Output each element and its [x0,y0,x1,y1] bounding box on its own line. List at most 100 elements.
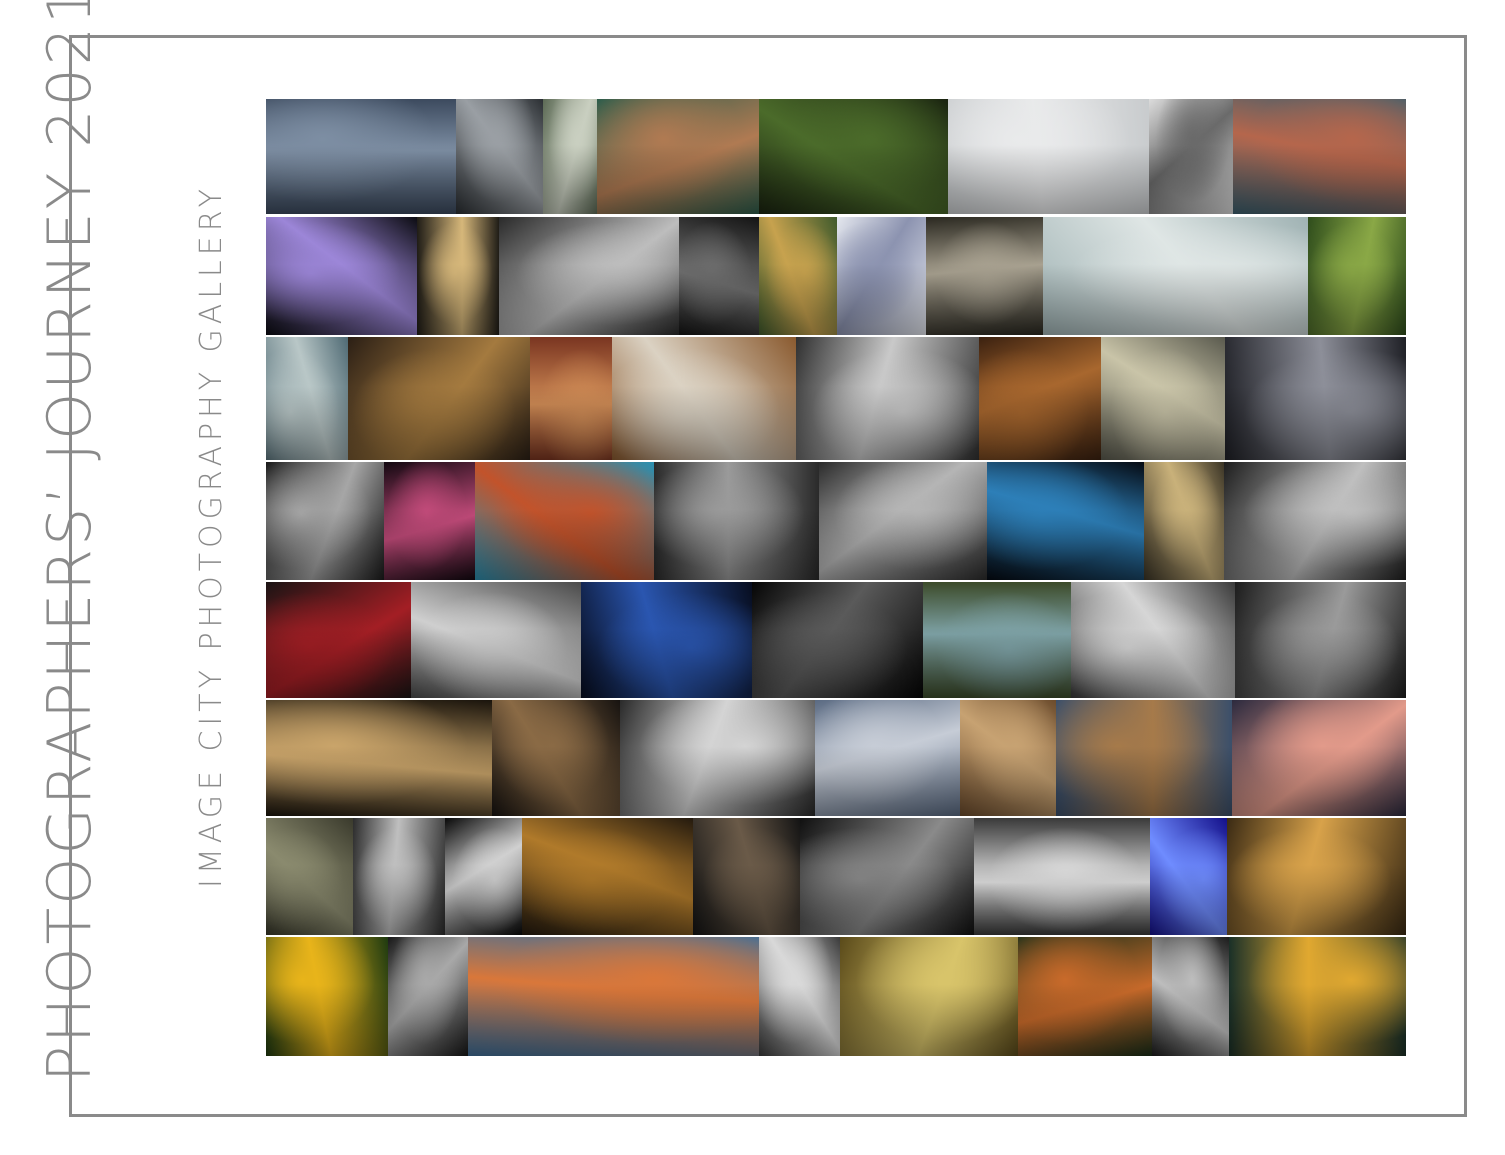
photo-shade [796,337,979,460]
photo-woman-with-dog [759,217,838,335]
photo-shade [266,582,412,698]
photo-pier-skyline [1232,700,1406,816]
photo-shade [455,99,544,214]
photo-motion-blur [266,818,353,935]
photo-shade [266,818,353,935]
photo-shade [1149,99,1234,214]
photo-pouring-bowl [492,700,620,816]
photo-girl-on-swing [266,462,385,580]
photo-tulip-bw [1149,99,1234,214]
photo-shade [417,217,499,335]
photo-shade [978,337,1101,460]
photo-shade [266,337,349,460]
photo-shade [759,937,840,1056]
photo-owl-in-tree [978,337,1101,460]
photo-shade [1143,462,1224,580]
photo-mosaic [266,99,1406,1056]
photo-shade [1056,700,1232,816]
photo-shack-and-cat [818,462,988,580]
photo-teacup [266,337,349,460]
photo-shade [475,462,654,580]
photo-shade [840,937,1018,1056]
photo-shade [1229,937,1406,1056]
photo-street-musician [353,818,445,935]
photo-shade [1152,937,1229,1056]
photo-shade [1150,818,1227,935]
photo-stus-place [411,582,581,698]
photo-birch-forest [840,937,1018,1056]
photo-shade [620,700,815,816]
photo-night-alley [522,818,693,935]
photo-shade [411,582,581,698]
photo-shade [384,462,476,580]
photo-shade [925,217,1043,335]
photo-shade [923,582,1072,698]
photo-tribal-dancers [612,337,797,460]
photo-vintage-car [751,582,924,698]
photo-spiral-staircase [1224,337,1406,460]
photo-city-light-beams [580,582,752,698]
photo-shade [960,700,1056,816]
photo-abandoned-station [620,700,815,816]
photo-purple-flower [266,217,418,335]
photo-misty-field [1234,582,1406,698]
mosaic-row-1 [266,99,1406,214]
photo-glass-building [543,99,597,214]
photo-white-architecture [837,217,926,335]
photo-shade [580,582,752,698]
photo-shade [1223,462,1406,580]
photo-foggy-bridge [948,99,1150,214]
photo-shade [837,217,926,335]
photo-workers-bw [1223,462,1406,580]
poster-subtitle: IMAGE CITY PHOTOGRAPHY GALLERY [194,184,229,888]
photo-buffalo [693,818,800,935]
photo-shade [1227,818,1406,935]
photo-sleeping-man [455,99,544,214]
photo-colorful-wall [475,462,654,580]
photo-canal-bridge [1227,818,1406,935]
photo-shade [266,700,492,816]
photo-blue-lines [1150,818,1227,935]
photo-shade [1232,700,1406,816]
photo-white-flowers [445,818,522,935]
photo-shade [353,818,445,935]
photo-mountain-waterfall [1056,700,1232,816]
photo-beach-sunset [1229,937,1406,1056]
photo-elephants [653,462,819,580]
photo-shade [759,217,838,335]
photo-corridor-bw [1152,937,1229,1056]
photo-shade [751,582,924,698]
photo-arched-doorway [1143,462,1224,580]
photo-shade [693,818,800,935]
photo-accordion-player [596,99,759,214]
photo-shade [522,818,693,935]
photo-shade [266,937,388,1056]
photo-puddle-reflection [266,99,456,214]
photo-red-canyon [530,337,613,460]
photo-shade [1224,337,1406,460]
photo-shade [1018,937,1152,1056]
photo-shade [948,99,1150,214]
photo-piano-bw [388,937,468,1056]
photo-green-fantasy [1018,937,1152,1056]
photo-two-faces [498,217,680,335]
photo-shade [1234,582,1406,698]
photo-shade [1233,99,1406,214]
photo-shade [266,462,385,580]
photo-market-bw [796,337,979,460]
photo-shade [815,700,960,816]
photo-gnarled-tree [758,99,949,214]
photo-heron [923,582,1072,698]
photo-shade [987,462,1144,580]
photo-shade [818,462,988,580]
photo-shade [1042,217,1308,335]
photo-children-bananas [1307,217,1406,335]
photo-shade [612,337,797,460]
photo-pool-players [800,818,974,935]
photo-shade [653,462,819,580]
photo-kaleidoscope [1100,337,1225,460]
photo-woman-red-flowers [266,582,412,698]
photo-shade [492,700,620,816]
photo-red-fox [468,937,759,1056]
photo-lake-island [1042,217,1308,335]
